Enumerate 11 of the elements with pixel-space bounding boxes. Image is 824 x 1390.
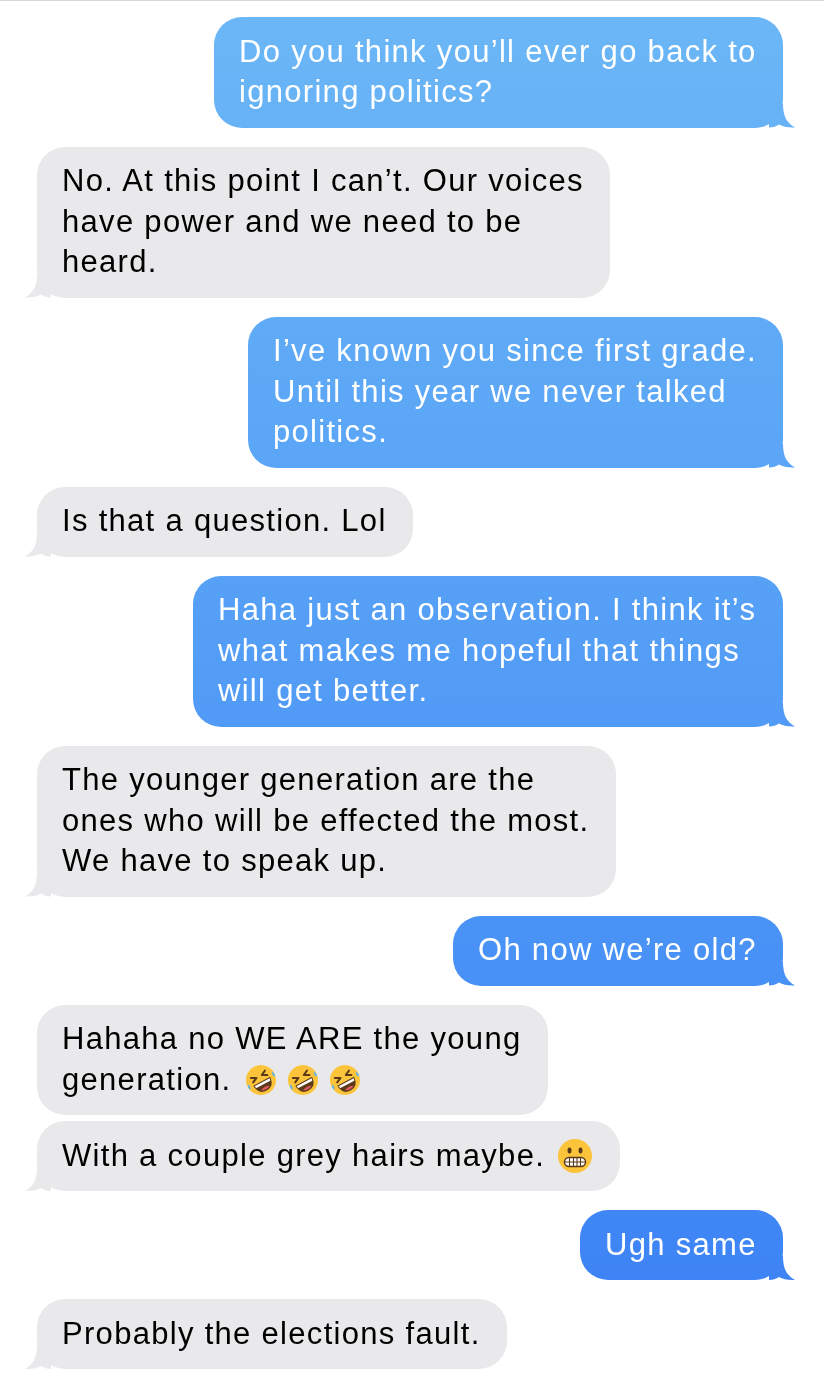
message-text: I’ve known you since first grade. Until this year we never talked politics. <box>273 333 757 450</box>
message-text: Hahaha no WE ARE the young generation. <box>62 1021 522 1097</box>
message-text: With a couple grey hairs maybe. <box>62 1137 546 1173</box>
message-text: Is that a question. Lol <box>62 503 387 539</box>
message-text: Oh now we’re old? <box>478 932 757 968</box>
message-text: The younger generation are the ones who will be effected the most. We have to speak up. <box>62 762 590 879</box>
message-text: Ugh same <box>605 1226 757 1262</box>
message-text: Do you think you’ll ever go back to ignoring politics? <box>239 33 757 110</box>
message-text: Haha just an observation. I think it’s what makes me hopeful that things will get better. <box>218 592 757 709</box>
message-text: Probably the elections fault. <box>62 1315 481 1351</box>
message-text: No. At this point I can’t. Our voices have power and we need to be heard. <box>62 163 584 280</box>
